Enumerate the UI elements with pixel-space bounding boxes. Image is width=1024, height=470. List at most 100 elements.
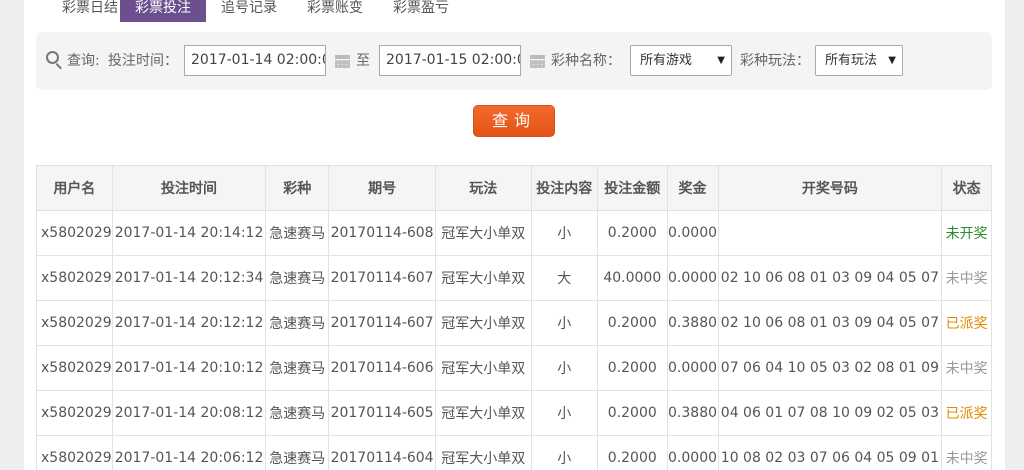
play-type-label: 彩种玩法：: [740, 53, 810, 69]
status-badge: 未中奖: [941, 345, 992, 391]
cell-bet-amount: 0.2000: [597, 345, 668, 391]
table-header-row: 用户名 投注时间 彩种 期号 玩法 投注内容 投注金额 奖金 开奖号码 状态: [36, 165, 992, 211]
cell-prize: 0.0000: [666, 345, 719, 391]
bets-table: 用户名 投注时间 彩种 期号 玩法 投注内容 投注金额 奖金 开奖号码 状态 x…: [36, 165, 992, 470]
cell-draw-numbers: [717, 210, 943, 256]
col-issue: 期号: [328, 165, 437, 211]
cell-draw-numbers: 02 10 06 08 01 03 09 04 05 07: [717, 255, 943, 301]
cell-play-type: 冠军大小单双: [435, 390, 532, 436]
col-prize: 奖金: [666, 165, 719, 211]
bet-time-label: 投注时间：: [108, 53, 178, 69]
cell-issue: 20170114-608: [328, 210, 437, 256]
cell-play-type: 冠军大小单双: [435, 345, 532, 391]
cell-bet-time: 2017-01-14 20:10:12: [111, 345, 267, 391]
col-bet-time: 投注时间: [111, 165, 267, 211]
cell-prize: 0.0000: [666, 435, 719, 470]
end-time-input[interactable]: 2017-01-15 02:00:00: [379, 45, 521, 76]
tab-profit-loss[interactable]: 彩票盈亏: [384, 0, 458, 22]
start-time-input[interactable]: 2017-01-14 02:00:00: [184, 45, 326, 76]
col-lottery: 彩种: [265, 165, 330, 211]
dropdown-arrow-icon: ▼: [888, 55, 896, 66]
cell-lottery: 急速赛马: [265, 255, 330, 301]
col-draw-numbers: 开奖号码: [717, 165, 943, 211]
cell-draw-numbers: 02 10 06 08 01 03 09 04 05 07: [717, 300, 943, 346]
cell-bet-time: 2017-01-14 20:12:12: [111, 300, 267, 346]
cell-bet-content: 小: [530, 435, 599, 470]
cell-prize: 0.0000: [666, 210, 719, 256]
cell-bet-amount: 0.2000: [597, 390, 668, 436]
cell-username: x5802029: [36, 435, 113, 470]
query-button[interactable]: 查询: [473, 105, 555, 137]
cell-prize: 0.3880: [666, 300, 719, 346]
cell-issue: 20170114-605: [328, 390, 437, 436]
to-label: 至: [356, 53, 370, 69]
calendar-icon[interactable]: [530, 55, 545, 68]
cell-lottery: 急速赛马: [265, 435, 330, 470]
status-badge: 未开奖: [941, 210, 992, 256]
cell-bet-amount: 0.2000: [597, 300, 668, 346]
table-row: x5802029 2017-01-14 20:12:34 急速赛马 201701…: [36, 255, 992, 301]
search-icon: [46, 51, 64, 70]
cell-prize: 0.0000: [666, 255, 719, 301]
cell-play-type: 冠军大小单双: [435, 300, 532, 346]
table-row: x5802029 2017-01-14 20:14:12 急速赛马 201701…: [36, 210, 992, 256]
cell-bet-time: 2017-01-14 20:12:34: [111, 255, 267, 301]
query-label: 查询:: [67, 53, 100, 69]
cell-draw-numbers: 10 08 02 03 07 06 04 05 09 01: [717, 435, 943, 470]
col-bet-amount: 投注金额: [597, 165, 668, 211]
play-type-select[interactable]: 所有玩法 ▼: [815, 45, 903, 76]
col-username: 用户名: [36, 165, 113, 211]
cell-bet-amount: 40.0000: [597, 255, 668, 301]
cell-issue: 20170114-607: [328, 300, 437, 346]
calendar-icon[interactable]: [335, 55, 350, 68]
cell-username: x5802029: [36, 300, 113, 346]
col-bet-content: 投注内容: [530, 165, 599, 211]
cell-bet-content: 小: [530, 345, 599, 391]
tab-chase-records[interactable]: 追号记录: [212, 0, 286, 22]
tab-account-changes[interactable]: 彩票账变: [298, 0, 372, 22]
cell-draw-numbers: 07 06 04 10 05 03 02 08 01 09: [717, 345, 943, 391]
cell-username: x5802029: [36, 210, 113, 256]
cell-issue: 20170114-607: [328, 255, 437, 301]
table-row: x5802029 2017-01-14 20:10:12 急速赛马 201701…: [36, 345, 992, 391]
cell-username: x5802029: [36, 255, 113, 301]
status-badge: 未中奖: [941, 435, 992, 470]
cell-bet-time: 2017-01-14 20:08:12: [111, 390, 267, 436]
status-badge: 已派奖: [941, 390, 992, 436]
col-status: 状态: [941, 165, 992, 211]
cell-bet-amount: 0.2000: [597, 210, 668, 256]
table-row: x5802029 2017-01-14 20:08:12 急速赛马 201701…: [36, 390, 992, 436]
cell-lottery: 急速赛马: [265, 210, 330, 256]
cell-lottery: 急速赛马: [265, 345, 330, 391]
col-play-type: 玩法: [435, 165, 532, 211]
tab-lottery-bets[interactable]: 彩票投注: [120, 0, 206, 22]
game-select[interactable]: 所有游戏 ▼: [630, 45, 732, 76]
cell-play-type: 冠军大小单双: [435, 210, 532, 256]
game-name-label: 彩种名称：: [551, 53, 621, 69]
status-badge: 已派奖: [941, 300, 992, 346]
cell-play-type: 冠军大小单双: [435, 255, 532, 301]
cell-username: x5802029: [36, 345, 113, 391]
cell-prize: 0.3880: [666, 390, 719, 436]
cell-bet-amount: 0.2000: [597, 435, 668, 470]
cell-issue: 20170114-606: [328, 345, 437, 391]
cell-bet-content: 小: [530, 300, 599, 346]
dropdown-arrow-icon: ▼: [717, 55, 725, 66]
cell-lottery: 急速赛马: [265, 300, 330, 346]
cell-bet-content: 小: [530, 390, 599, 436]
cell-bet-content: 大: [530, 255, 599, 301]
cell-lottery: 急速赛马: [265, 390, 330, 436]
cell-bet-content: 小: [530, 210, 599, 256]
cell-draw-numbers: 04 06 01 07 08 10 09 02 05 03: [717, 390, 943, 436]
cell-bet-time: 2017-01-14 20:14:12: [111, 210, 267, 256]
search-bar: 查询: 投注时间： 2017-01-14 02:00:00 至 2017-01-…: [36, 32, 992, 90]
cell-play-type: 冠军大小单双: [435, 435, 532, 470]
cell-issue: 20170114-604: [328, 435, 437, 470]
play-select-value: 所有玩法: [825, 53, 878, 68]
cell-bet-time: 2017-01-14 20:06:12: [111, 435, 267, 470]
table-row: x5802029 2017-01-14 20:12:12 急速赛马 201701…: [36, 300, 992, 346]
status-badge: 未中奖: [941, 255, 992, 301]
table-row: x5802029 2017-01-14 20:06:12 急速赛马 201701…: [36, 435, 992, 470]
game-select-value: 所有游戏: [640, 53, 693, 68]
cell-username: x5802029: [36, 390, 113, 436]
